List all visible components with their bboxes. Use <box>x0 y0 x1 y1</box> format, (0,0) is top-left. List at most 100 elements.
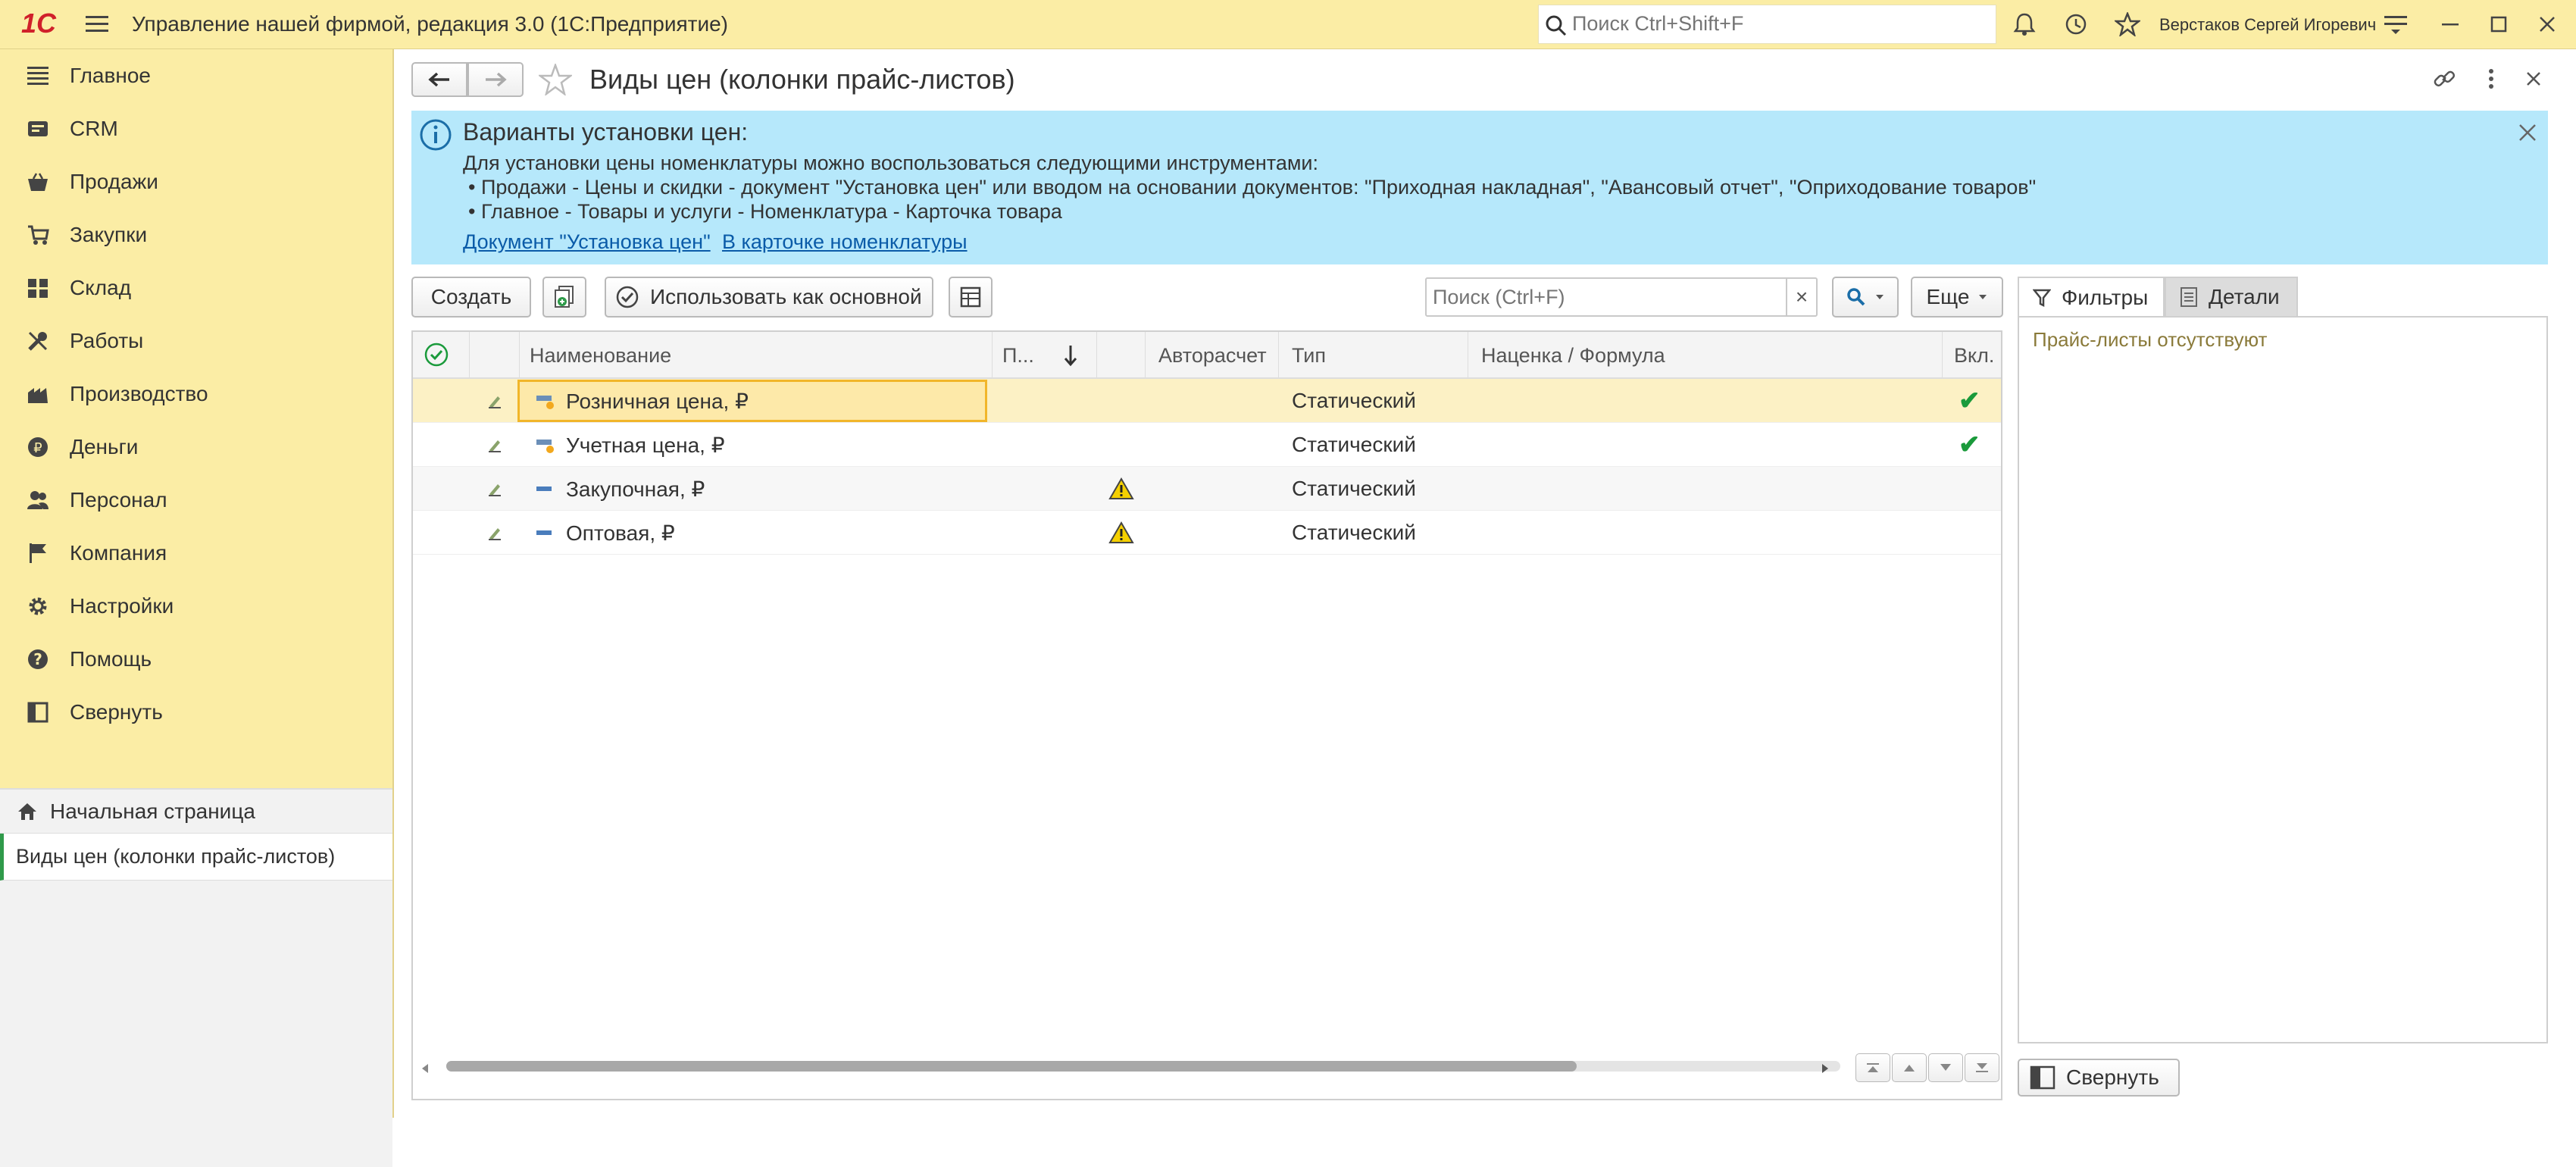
row-type: Статический <box>1292 477 1416 500</box>
row-enabled-check[interactable]: ✔ <box>1959 379 1980 423</box>
sidebar-item-sales[interactable]: Продажи <box>0 155 392 208</box>
link-icon[interactable] <box>2428 64 2461 94</box>
table-row[interactable]: Закупочная, ₽ Статический <box>413 467 2001 511</box>
warning-icon <box>1108 477 1134 499</box>
sort-descending-icon[interactable] <box>1063 344 1078 367</box>
collapse-icon <box>23 701 53 724</box>
more-vertical-icon[interactable] <box>2474 64 2508 94</box>
main-menu-icon[interactable] <box>80 11 114 38</box>
forward-button[interactable] <box>467 62 524 97</box>
last-page-icon <box>1976 1063 1988 1072</box>
sidebar-item-main[interactable]: Главное <box>0 49 392 102</box>
sidebar-item-works[interactable]: Работы <box>0 314 392 368</box>
scroll-up-button[interactable] <box>1892 1053 1927 1082</box>
tab-details[interactable]: Детали <box>2165 277 2298 318</box>
bell-icon[interactable] <box>2008 9 2041 39</box>
scroll-to-top-button[interactable] <box>1855 1053 1890 1082</box>
search-icon <box>1546 15 1567 36</box>
user-name[interactable]: Верстаков Сергей Игоревич <box>2159 15 2376 35</box>
link-price-setting-doc[interactable]: Документ "Установка цен" <box>463 230 711 254</box>
sidebar-item-label: Закупки <box>70 223 148 246</box>
price-type-icon <box>536 396 554 409</box>
tab-filters[interactable]: Фильтры <box>2018 277 2165 318</box>
factory-icon <box>23 383 53 405</box>
help-icon: ? <box>23 648 53 671</box>
check-all-icon[interactable] <box>424 342 449 368</box>
global-search-input[interactable] <box>1571 10 1980 37</box>
collapse-panel-button[interactable]: Свернуть <box>2018 1059 2180 1097</box>
price-type-icon <box>536 487 552 491</box>
sidebar-item-production[interactable]: Производство <box>0 368 392 421</box>
scroll-down-button[interactable] <box>1928 1053 1963 1082</box>
form-title: Виды цен (колонки прайс-листов) <box>589 64 1015 95</box>
scroll-to-bottom-button[interactable] <box>1965 1053 1999 1082</box>
price-type-icon <box>536 440 554 453</box>
maximize-icon[interactable] <box>2482 9 2515 39</box>
sidebar-item-purchases[interactable]: Закупки <box>0 208 392 261</box>
favorites-star-icon[interactable] <box>2111 9 2144 39</box>
row-enabled-check[interactable]: ✔ <box>1959 423 1980 467</box>
open-page-home[interactable]: Начальная страница <box>0 790 392 834</box>
price-type-icon <box>536 530 552 535</box>
link-product-card[interactable]: В карточке номенклатуры <box>722 230 968 254</box>
search-clear-button[interactable]: × <box>1786 279 1816 315</box>
basket-icon <box>23 171 53 192</box>
column-header-autocalc[interactable]: Авторасчет <box>1158 344 1267 368</box>
minimize-icon[interactable] <box>2434 9 2467 39</box>
table-header: Наименование П... Авторасчет Тип Наценка… <box>413 332 2001 379</box>
sidebar-item-money[interactable]: ₽ Деньги <box>0 421 392 474</box>
column-header-type[interactable]: Тип <box>1292 344 1326 368</box>
close-window-icon[interactable] <box>2531 9 2564 39</box>
use-as-main-button[interactable]: Использовать как основной <box>605 277 933 318</box>
close-form-icon[interactable] <box>2517 64 2550 94</box>
gear-icon <box>23 595 53 618</box>
sidebar-item-settings[interactable]: Настройки <box>0 580 392 633</box>
column-header-name[interactable]: Наименование <box>530 344 671 368</box>
scrollbar-thumb[interactable] <box>446 1061 1577 1072</box>
settings-menu-icon[interactable] <box>2379 9 2412 39</box>
row-type: Статический <box>1292 521 1416 544</box>
arrow-down-icon <box>1940 1064 1951 1071</box>
sidebar-item-label: Настройки <box>70 594 174 618</box>
sidebar-item-label: Главное <box>70 64 151 87</box>
scroll-left-arrow[interactable] <box>422 1064 428 1073</box>
sidebar-item-collapse[interactable]: Свернуть <box>0 686 392 739</box>
copy-button[interactable] <box>542 277 586 318</box>
info-icon <box>420 119 452 151</box>
table-row[interactable]: Учетная цена, ₽ Статический ✔ <box>413 423 2001 467</box>
first-page-icon <box>1867 1063 1879 1072</box>
table-row[interactable]: Розничная цена, ₽ Статический ✔ <box>413 379 2001 423</box>
more-button[interactable]: Еще <box>1911 277 2003 318</box>
info-heading: Варианты установки цен: <box>463 118 749 145</box>
info-line-3: • Главное - Товары и услуги - Номенклату… <box>468 200 1062 223</box>
list-icon <box>23 66 53 86</box>
favorite-star-icon[interactable] <box>536 61 574 99</box>
sidebar-item-help[interactable]: ? Помощь <box>0 633 392 686</box>
horizontal-scrollbar[interactable] <box>446 1061 1840 1072</box>
more-label: Еще <box>1926 285 1970 308</box>
back-button[interactable] <box>411 62 467 97</box>
list-search-input[interactable] <box>1431 283 1772 311</box>
sidebar-item-crm[interactable]: CRM <box>0 102 392 155</box>
create-button[interactable]: Создать <box>411 277 531 318</box>
tab-details-label: Детали <box>2209 285 2280 308</box>
sidebar-item-personnel[interactable]: Персонал <box>0 474 392 527</box>
column-header-enabled[interactable]: Вкл. <box>1954 344 1994 368</box>
column-header-markup[interactable]: Наценка / Формула <box>1481 344 1665 368</box>
sidebar-item-warehouse[interactable]: Склад <box>0 261 392 314</box>
app-logo[interactable]: 1С <box>21 8 56 41</box>
open-page-price-types[interactable]: Виды цен (колонки прайс-листов) <box>0 834 392 881</box>
history-icon[interactable] <box>2059 9 2093 39</box>
global-search-box[interactable] <box>1538 5 1996 44</box>
arrow-up-icon <box>1904 1065 1915 1072</box>
scroll-right-arrow[interactable] <box>1822 1064 1828 1073</box>
search-button[interactable] <box>1832 277 1899 318</box>
sidebar-item-label: Помощь <box>70 647 152 671</box>
export-button[interactable] <box>949 277 993 318</box>
table-row[interactable]: Оптовая, ₽ Статический <box>413 511 2001 555</box>
column-header-p[interactable]: П... <box>1002 344 1034 368</box>
tools-icon <box>23 330 53 352</box>
close-info-icon[interactable] <box>2518 123 2537 142</box>
sidebar-item-company[interactable]: Компания <box>0 527 392 580</box>
list-search-box[interactable]: × <box>1425 277 1818 317</box>
